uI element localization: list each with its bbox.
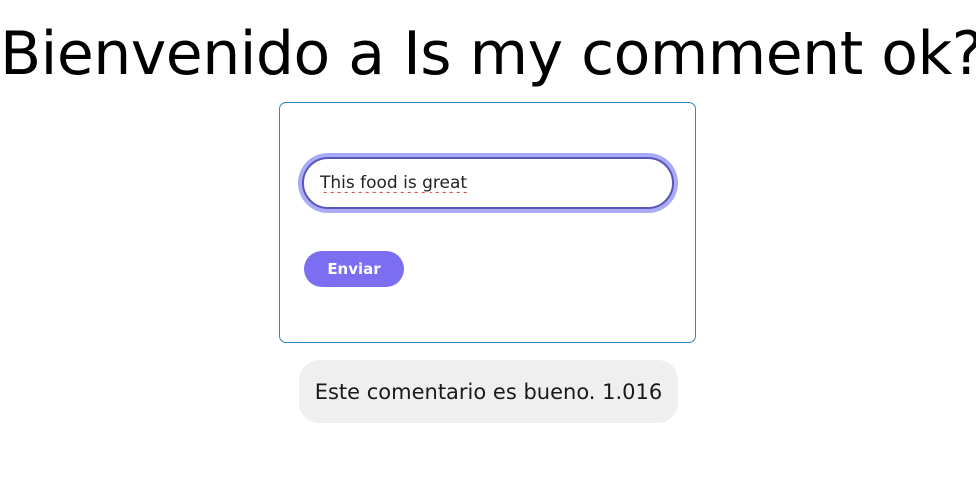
- page-title: Bienvenido a Is my comment ok?: [0, 19, 976, 89]
- comment-input[interactable]: [302, 157, 674, 209]
- result-message: Este comentario es bueno. 1.016: [299, 360, 678, 423]
- comment-form-card: Enviar: [279, 102, 696, 343]
- submit-button[interactable]: Enviar: [304, 251, 404, 287]
